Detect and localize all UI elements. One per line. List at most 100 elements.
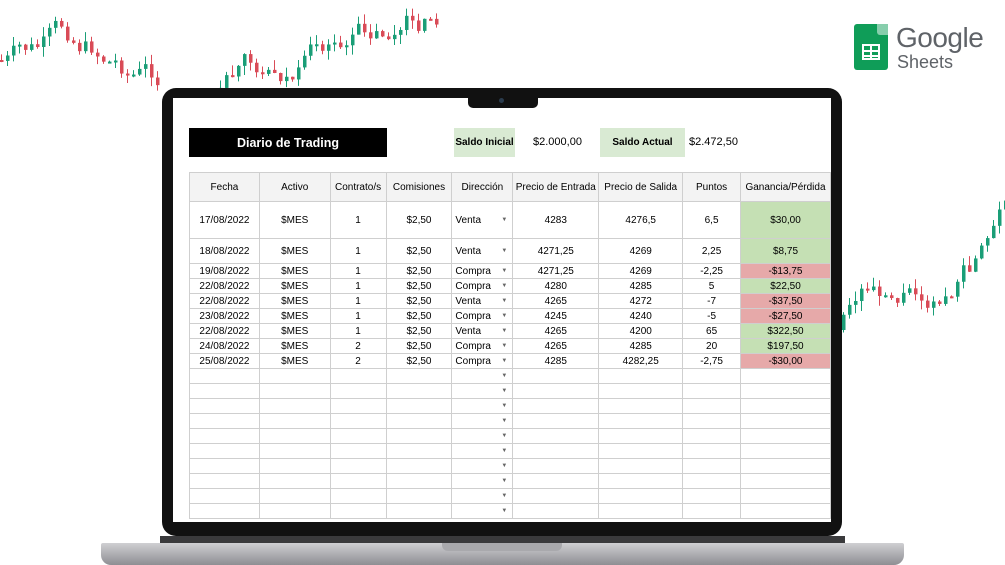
cell-contratos[interactable]: 1 [329, 293, 387, 309]
cell-puntos[interactable]: -5 [682, 308, 741, 324]
empty-cell[interactable] [682, 443, 741, 459]
empty-cell[interactable] [740, 413, 831, 429]
cell-comisiones[interactable]: $2,50 [385, 308, 453, 324]
cell-pl[interactable]: -$27,50 [740, 308, 831, 324]
empty-cell[interactable] [682, 383, 741, 399]
cell-comisiones[interactable]: $2,50 [385, 353, 453, 369]
cell-pl[interactable]: -$30,00 [740, 353, 831, 369]
empty-cell[interactable] [512, 428, 600, 444]
empty-cell[interactable] [682, 488, 741, 504]
empty-cell[interactable] [329, 383, 387, 399]
empty-cell[interactable] [598, 473, 684, 489]
empty-cell[interactable]: ▼ [451, 413, 514, 429]
cell-salida[interactable]: 4272 [598, 293, 684, 309]
cell-contratos[interactable]: 1 [329, 323, 387, 339]
cell-entrada[interactable]: 4285 [512, 353, 600, 369]
chevron-down-icon[interactable]: ▼ [501, 313, 507, 319]
chevron-down-icon[interactable]: ▼ [501, 403, 507, 409]
column-header[interactable]: Comisiones [385, 172, 453, 202]
cell-fecha[interactable]: 22/08/2022 [189, 278, 260, 294]
cell-contratos[interactable]: 1 [329, 238, 387, 264]
saldo-actual-value[interactable]: $2.472,50 [689, 136, 738, 148]
cell-puntos[interactable]: 2,25 [682, 238, 741, 264]
empty-cell[interactable] [385, 368, 453, 384]
cell-puntos[interactable]: -7 [682, 293, 741, 309]
cell-fecha[interactable]: 22/08/2022 [189, 323, 260, 339]
direction-dropdown[interactable]: Compra ▼ [451, 278, 514, 294]
empty-cell[interactable] [740, 443, 831, 459]
direction-dropdown[interactable]: Venta ▼ [451, 293, 514, 309]
cell-entrada[interactable]: 4271,25 [512, 238, 600, 264]
chevron-down-icon[interactable]: ▼ [501, 388, 507, 394]
empty-cell[interactable] [740, 398, 831, 414]
empty-cell[interactable] [682, 503, 741, 519]
cell-comisiones[interactable]: $2,50 [385, 238, 453, 264]
empty-cell[interactable] [598, 443, 684, 459]
empty-cell[interactable] [329, 428, 387, 444]
chevron-down-icon[interactable]: ▼ [501, 248, 507, 254]
column-header[interactable]: Precio de Salida [598, 172, 684, 202]
empty-cell[interactable]: ▼ [451, 428, 514, 444]
direction-dropdown[interactable]: Venta ▼ [451, 238, 514, 264]
cell-activo[interactable]: $MES [258, 293, 331, 309]
cell-fecha[interactable]: 17/08/2022 [189, 201, 260, 239]
empty-cell[interactable] [512, 503, 600, 519]
empty-cell[interactable] [258, 488, 331, 504]
cell-comisiones[interactable]: $2,50 [385, 263, 453, 279]
cell-entrada[interactable]: 4265 [512, 323, 600, 339]
cell-entrada[interactable]: 4245 [512, 308, 600, 324]
empty-cell[interactable] [189, 398, 260, 414]
cell-salida[interactable]: 4240 [598, 308, 684, 324]
chevron-down-icon[interactable]: ▼ [501, 298, 507, 304]
cell-pl[interactable]: $197,50 [740, 338, 831, 354]
empty-cell[interactable] [385, 443, 453, 459]
empty-cell[interactable] [385, 473, 453, 489]
cell-comisiones[interactable]: $2,50 [385, 323, 453, 339]
empty-cell[interactable] [385, 488, 453, 504]
empty-cell[interactable] [385, 413, 453, 429]
cell-salida[interactable]: 4276,5 [598, 201, 684, 239]
cell-puntos[interactable]: 20 [682, 338, 741, 354]
cell-salida[interactable]: 4269 [598, 238, 684, 264]
empty-cell[interactable]: ▼ [451, 473, 514, 489]
empty-cell[interactable] [258, 368, 331, 384]
empty-cell[interactable] [512, 383, 600, 399]
empty-cell[interactable] [189, 443, 260, 459]
empty-cell[interactable] [258, 458, 331, 474]
cell-pl[interactable]: $8,75 [740, 238, 831, 264]
chevron-down-icon[interactable]: ▼ [501, 493, 507, 499]
empty-cell[interactable] [385, 383, 453, 399]
cell-entrada[interactable]: 4271,25 [512, 263, 600, 279]
cell-fecha[interactable]: 25/08/2022 [189, 353, 260, 369]
empty-cell[interactable]: ▼ [451, 443, 514, 459]
empty-cell[interactable] [385, 398, 453, 414]
empty-cell[interactable] [512, 443, 600, 459]
column-header[interactable]: Contrato/s [329, 172, 387, 202]
cell-pl[interactable]: -$13,75 [740, 263, 831, 279]
empty-cell[interactable] [740, 383, 831, 399]
cell-activo[interactable]: $MES [258, 353, 331, 369]
empty-cell[interactable] [512, 458, 600, 474]
empty-cell[interactable] [329, 398, 387, 414]
empty-cell[interactable]: ▼ [451, 368, 514, 384]
empty-cell[interactable] [682, 413, 741, 429]
cell-puntos[interactable]: -2,75 [682, 353, 741, 369]
column-header[interactable]: Ganancia/Pérdida [740, 172, 831, 202]
empty-cell[interactable] [598, 398, 684, 414]
empty-cell[interactable]: ▼ [451, 503, 514, 519]
cell-activo[interactable]: $MES [258, 263, 331, 279]
cell-activo[interactable]: $MES [258, 338, 331, 354]
empty-cell[interactable] [189, 488, 260, 504]
cell-entrada[interactable]: 4265 [512, 293, 600, 309]
cell-pl[interactable]: -$37,50 [740, 293, 831, 309]
empty-cell[interactable]: ▼ [451, 398, 514, 414]
column-header[interactable]: Fecha [189, 172, 260, 202]
empty-cell[interactable] [740, 428, 831, 444]
empty-cell[interactable] [598, 428, 684, 444]
empty-cell[interactable] [740, 368, 831, 384]
cell-entrada[interactable]: 4280 [512, 278, 600, 294]
cell-pl[interactable]: $22,50 [740, 278, 831, 294]
column-header[interactable]: Puntos [682, 172, 741, 202]
empty-cell[interactable] [512, 473, 600, 489]
cell-salida[interactable]: 4200 [598, 323, 684, 339]
